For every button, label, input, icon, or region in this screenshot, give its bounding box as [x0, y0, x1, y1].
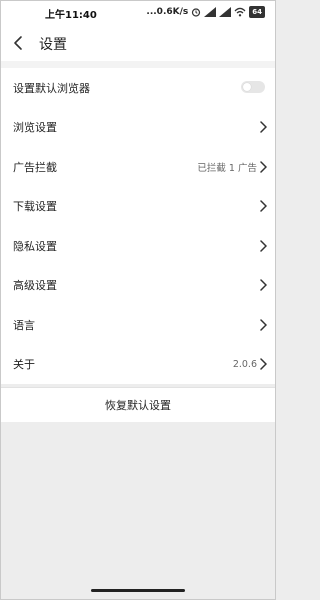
alarm-icon: [192, 8, 201, 17]
network-speed: ...0.6K/s: [146, 7, 189, 17]
setting-download[interactable]: 下载设置: [1, 187, 275, 227]
setting-language[interactable]: 语言: [1, 305, 275, 345]
battery-icon: 64: [249, 6, 265, 18]
setting-label: 隐私设置: [13, 239, 57, 253]
wifi-icon: [234, 7, 246, 17]
chevron-right-icon: [260, 200, 267, 212]
top-bar: 设置: [1, 25, 275, 61]
setting-about[interactable]: 关于 2.0.6: [1, 345, 275, 385]
setting-label: 关于: [13, 358, 35, 372]
setting-label: 广告拦截: [13, 160, 57, 174]
setting-browse[interactable]: 浏览设置: [1, 108, 275, 148]
chevron-right-icon: [260, 121, 267, 133]
settings-list: 设置默认浏览器 浏览设置 广告拦截 已拦截 1 广告 下载设置 隐私设置 高级设…: [1, 68, 275, 384]
chevron-right-icon: [260, 240, 267, 252]
setting-label: 设置默认浏览器: [13, 81, 90, 95]
ad-block-count: 已拦截 1 广告: [197, 162, 257, 174]
chevron-right-icon: [260, 161, 267, 173]
page-title: 设置: [39, 37, 67, 53]
signal-icon-2: [219, 7, 232, 17]
default-browser-toggle[interactable]: [241, 81, 265, 93]
status-time: 上午11:40: [45, 10, 97, 21]
setting-label: 高级设置: [13, 279, 57, 293]
section-gap: [1, 61, 275, 68]
reset-defaults-button[interactable]: 恢复默认设置: [105, 397, 171, 413]
chevron-right-icon: [260, 358, 267, 370]
setting-label: 浏览设置: [13, 121, 57, 135]
setting-label: 语言: [13, 318, 35, 332]
app-version: 2.0.6: [232, 358, 257, 370]
reset-section: 恢复默认设置: [1, 387, 275, 422]
setting-default-browser[interactable]: 设置默认浏览器: [1, 68, 275, 108]
chevron-right-icon: [260, 319, 267, 331]
toggle-knob: [243, 83, 251, 91]
setting-ad-block[interactable]: 广告拦截 已拦截 1 广告: [1, 147, 275, 187]
status-indicators: ...0.6K/s 64: [146, 6, 265, 18]
chevron-left-icon[interactable]: [9, 33, 29, 53]
setting-advanced[interactable]: 高级设置: [1, 266, 275, 306]
signal-icon: [204, 7, 217, 17]
home-gesture-bar[interactable]: [91, 589, 185, 592]
status-bar: 上午11:40 ...0.6K/s 64: [1, 1, 275, 25]
app-frame: 上午11:40 ...0.6K/s 64 设置 设置默认浏览器 浏览设置 广告拦…: [0, 0, 276, 600]
setting-privacy[interactable]: 隐私设置: [1, 226, 275, 266]
chevron-right-icon: [260, 279, 267, 291]
setting-label: 下载设置: [13, 200, 57, 214]
